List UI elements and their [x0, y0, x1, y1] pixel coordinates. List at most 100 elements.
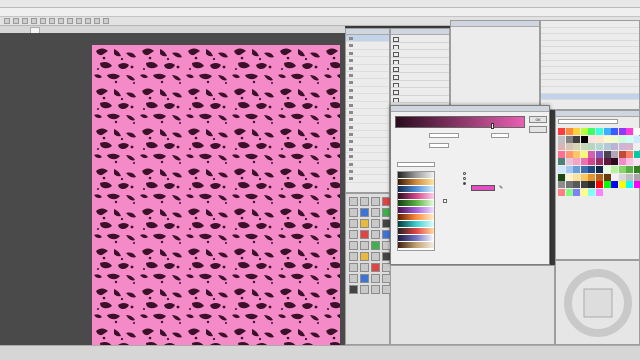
color-swatch[interactable]	[611, 135, 619, 143]
position-input[interactable]	[491, 133, 509, 138]
color-swatch[interactable]	[588, 158, 596, 166]
history-row[interactable]	[541, 34, 639, 41]
airbrush-icon[interactable]	[349, 219, 358, 228]
color-swatch[interactable]	[558, 158, 565, 166]
color-swatch[interactable]	[565, 158, 573, 166]
gradient-preset[interactable]	[398, 207, 434, 214]
history-row[interactable]	[541, 67, 639, 74]
gradient-preset[interactable]	[398, 193, 434, 200]
tool-slot-icon[interactable]	[349, 274, 358, 283]
layer-row[interactable]	[391, 88, 449, 96]
color-swatch[interactable]	[603, 128, 611, 135]
color-swatch[interactable]	[603, 181, 611, 189]
sub-tool-item[interactable]	[346, 175, 389, 183]
color-swatch[interactable]	[588, 150, 596, 158]
color-swatch[interactable]	[603, 135, 611, 143]
color-swatch[interactable]	[618, 158, 626, 166]
color-swatch[interactable]	[580, 165, 588, 173]
color-swatch[interactable]	[558, 181, 565, 189]
color-swatch[interactable]	[565, 150, 573, 158]
layer-row[interactable]	[391, 43, 449, 51]
color-swatch[interactable]	[618, 143, 626, 151]
color-swatch[interactable]	[558, 150, 565, 158]
layer-row[interactable]	[391, 73, 449, 81]
sub-tool-item[interactable]	[346, 57, 389, 65]
tool-slot-icon[interactable]	[371, 274, 380, 283]
sub-tool-item[interactable]	[346, 94, 389, 102]
history-row[interactable]	[541, 41, 639, 48]
sub-tool-item[interactable]	[346, 116, 389, 124]
color-swatch[interactable]	[573, 158, 581, 166]
color-swatch[interactable]	[595, 165, 603, 173]
gradient-preset[interactable]	[398, 242, 434, 249]
color-swatch[interactable]	[580, 188, 588, 196]
color-swatch[interactable]	[580, 158, 588, 166]
pen-pressure-icon[interactable]	[94, 18, 100, 24]
figure-icon[interactable]	[371, 230, 380, 239]
sub-tool-item[interactable]	[346, 161, 389, 169]
color-swatch[interactable]	[618, 165, 626, 173]
gradient-preset[interactable]	[398, 200, 434, 207]
color-swatch[interactable]	[558, 173, 565, 181]
sub-tool-item[interactable]	[346, 146, 389, 154]
blend-mode-select[interactable]	[429, 133, 459, 138]
gradient-stop-handle[interactable]	[491, 123, 494, 129]
pen-icon[interactable]	[360, 208, 369, 217]
color-swatch[interactable]	[603, 165, 611, 173]
undo-icon[interactable]	[31, 18, 37, 24]
hand-icon[interactable]	[360, 252, 369, 261]
color-swatch[interactable]	[558, 188, 565, 196]
gradient-preset[interactable]	[398, 221, 434, 228]
history-row[interactable]	[541, 28, 639, 35]
color-swatch[interactable]	[588, 143, 596, 151]
open-file-icon[interactable]	[13, 18, 19, 24]
color-swatch[interactable]	[580, 128, 588, 135]
color-swatch[interactable]	[565, 135, 573, 143]
tool-slot-icon[interactable]	[371, 263, 380, 272]
ruler-tool-icon[interactable]	[349, 241, 358, 250]
sub-tool-item[interactable]	[346, 35, 389, 43]
preset-select[interactable]	[397, 162, 435, 167]
tool-slot-icon[interactable]	[360, 263, 369, 272]
color-swatch[interactable]	[611, 165, 619, 173]
history-row-selected[interactable]	[541, 93, 639, 101]
color-swatch[interactable]	[618, 150, 626, 158]
color-swatch[interactable]	[595, 143, 603, 151]
color-swatch[interactable]	[595, 128, 603, 135]
deselect-icon[interactable]	[67, 18, 73, 24]
color-swatch[interactable]	[580, 143, 588, 151]
sub-color-radio[interactable]	[463, 177, 466, 180]
main-color-swatch-icon[interactable]	[349, 285, 358, 294]
gradient-preset[interactable]	[398, 228, 434, 235]
main-color-radio[interactable]	[463, 172, 466, 175]
color-set-select[interactable]	[558, 119, 618, 124]
layer-row[interactable]	[391, 58, 449, 66]
color-swatch[interactable]	[558, 135, 565, 143]
color-swatch[interactable]	[603, 143, 611, 151]
gradient-icon[interactable]	[360, 230, 369, 239]
color-swatch[interactable]	[618, 135, 626, 143]
color-swatch[interactable]	[611, 150, 619, 158]
history-row[interactable]	[541, 80, 639, 87]
gradient-preset[interactable]	[398, 235, 434, 242]
color-swatch[interactable]	[626, 173, 634, 181]
sub-tool-item[interactable]	[346, 124, 389, 132]
color-swatch[interactable]	[626, 150, 634, 158]
layer-row[interactable]	[391, 96, 449, 104]
color-swatch[interactable]	[580, 150, 588, 158]
color-swatch[interactable]	[603, 150, 611, 158]
color-swatch[interactable]	[611, 173, 619, 181]
fill-icon[interactable]	[85, 18, 91, 24]
operation-icon[interactable]	[349, 252, 358, 261]
sub-tool-item[interactable]	[346, 79, 389, 87]
color-swatch[interactable]	[588, 128, 596, 135]
save-icon[interactable]	[22, 18, 28, 24]
color-swatch[interactable]	[558, 165, 565, 173]
color-swatch[interactable]	[573, 150, 581, 158]
eraser-icon[interactable]	[371, 219, 380, 228]
color-swatch[interactable]	[595, 173, 603, 181]
sub-tool-item[interactable]	[346, 138, 389, 146]
specified-color-radio[interactable]	[463, 182, 466, 185]
transform-icon[interactable]	[58, 18, 64, 24]
color-swatch[interactable]	[558, 128, 565, 135]
